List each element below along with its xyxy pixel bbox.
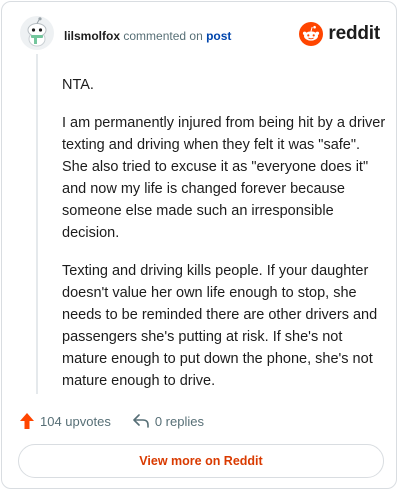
upvote-count: 104 upvotes <box>40 413 111 429</box>
comment-body: NTA. I am permanently injured from being… <box>62 74 388 408</box>
username-link[interactable]: lilsmolfox <box>64 29 120 43</box>
reddit-wordmark: reddit <box>328 23 380 44</box>
reddit-comment-card: lilsmolfox commented on post reddit NTA.… <box>1 1 397 489</box>
upvote-arrow-icon <box>20 413 34 429</box>
snoo-avatar-icon <box>20 16 54 50</box>
reply-count: 0 replies <box>154 413 204 429</box>
view-more-button[interactable]: View more on Reddit <box>18 444 384 478</box>
upvote-button[interactable]: 104 upvotes <box>20 413 111 429</box>
user-avatar[interactable] <box>20 16 54 50</box>
reply-arrow-icon <box>133 414 149 428</box>
replies-button[interactable]: 0 replies <box>133 414 204 429</box>
commented-on-text: commented on <box>123 29 203 43</box>
comment-paragraph: NTA. <box>62 77 94 93</box>
reddit-logo-icon <box>299 22 324 46</box>
comment-header: lilsmolfox commented on post reddit <box>20 16 380 52</box>
reddit-brand[interactable]: reddit <box>299 21 380 47</box>
comment-actions: 104 upvotes 0 replies <box>20 410 226 432</box>
comment-paragraph: Texting and driving kills people. If you… <box>62 263 378 389</box>
post-link[interactable]: post <box>206 29 231 43</box>
comment-meta: lilsmolfox commented on post <box>64 29 231 43</box>
comment-paragraph: I am permanently injured from being hit … <box>62 115 386 241</box>
thread-line <box>36 54 38 394</box>
